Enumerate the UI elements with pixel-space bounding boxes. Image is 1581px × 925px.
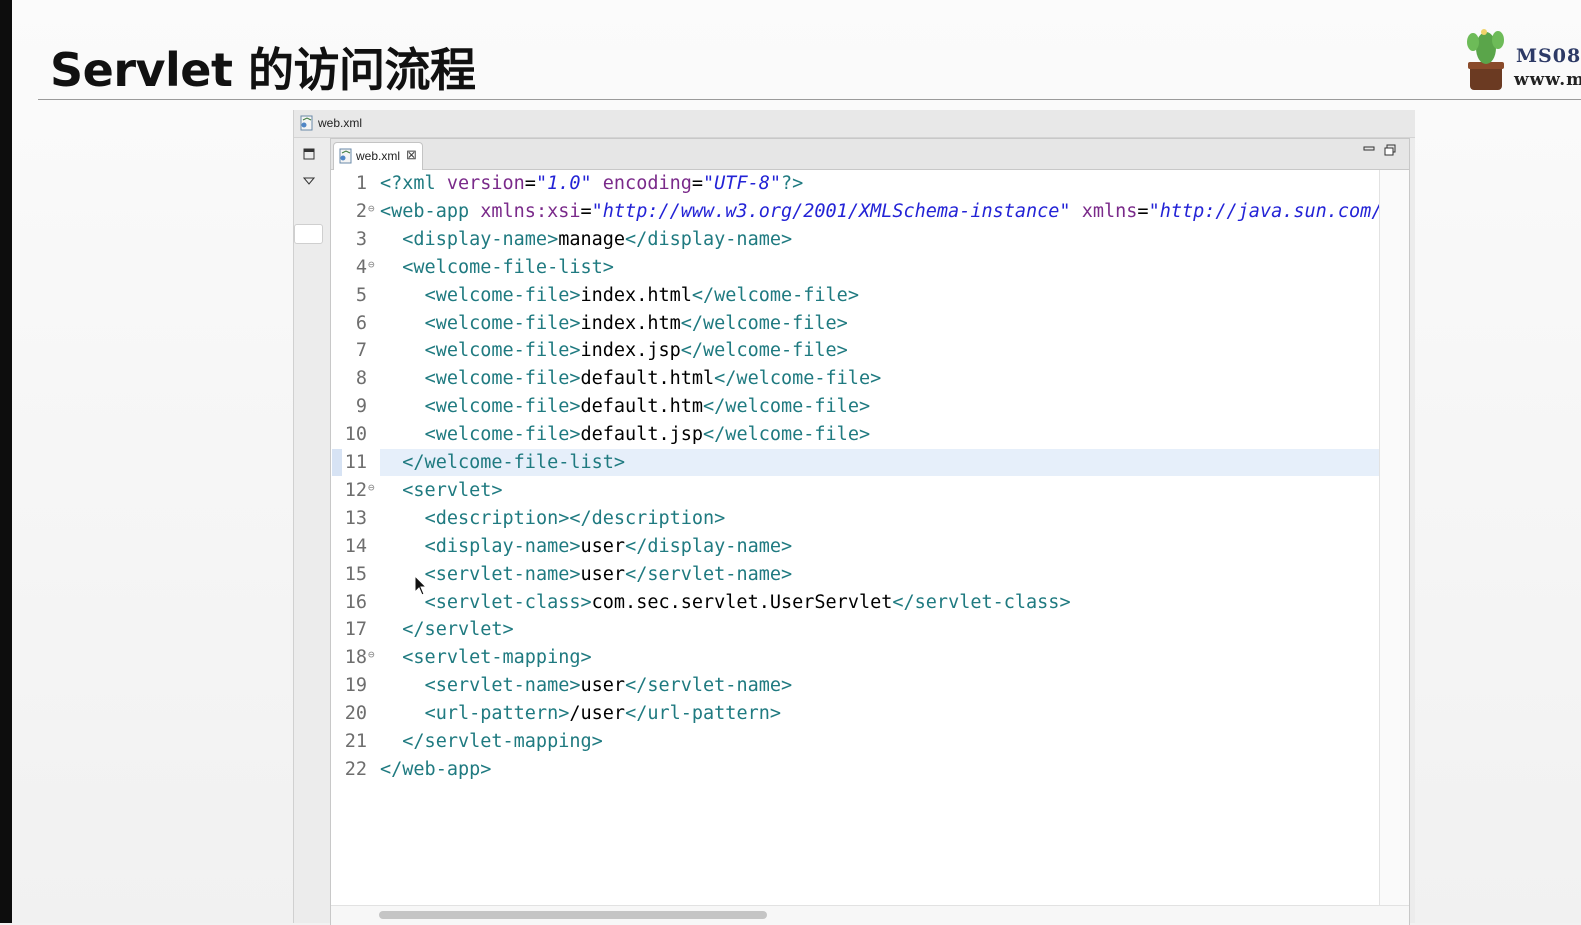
code-text: <welcome-file>index.html</welcome-file> [424,284,859,306]
code-text: <welcome-file>default.htm</welcome-file> [424,396,871,418]
vertical-scrollbar[interactable] [1379,170,1409,905]
fold-toggle-icon[interactable]: ⊖ [368,648,375,661]
line-number: 17 [344,619,367,641]
line-number: 11 [344,452,367,473]
editor-tab-bar: web.xml ⊠ [331,139,1409,170]
side-toolbar [294,138,328,923]
code-text: <servlet-mapping> [402,647,592,669]
cactus-logo-icon [1467,29,1504,90]
code-line[interactable]: 12 ⊖ <servlet> [331,477,1379,505]
code-text: <servlet-name>user</servlet-name> [424,675,793,697]
line-number: 22 [344,758,367,780]
view-menu-icon[interactable] [301,174,317,190]
line-number: 13 [344,507,367,529]
code-text: </welcome-file-list> [402,452,626,473]
code-text: <description></description> [424,507,726,529]
line-number: 7 [355,340,367,362]
minimize-icon[interactable] [1363,144,1375,154]
line-number: 18 [344,647,367,669]
tab-label: web.xml [356,149,401,163]
maximize-icon[interactable] [1384,144,1396,156]
line-number: 9 [355,396,367,418]
close-tab-icon[interactable]: ⊠ [406,147,417,163]
logo-text-brand: MS08 [1516,45,1581,67]
code-text: <servlet-name>user</servlet-name> [424,563,793,585]
code-text: </web-app> [380,758,492,780]
code-line[interactable]: 10 <welcome-file>default.jsp</welcome-fi… [331,421,1379,449]
line-number: 21 [344,731,367,752]
horizontal-scrollbar[interactable] [331,905,1409,925]
code-line[interactable]: 6 <welcome-file>index.htm</welcome-file> [331,310,1379,338]
code-line[interactable]: 5 <welcome-file>index.html</welcome-file… [331,282,1379,310]
code-text: </servlet> [402,619,514,641]
fold-toggle-icon[interactable]: ⊖ [368,258,375,271]
code-line[interactable]: 2 ⊖ <web-app xmlns:xsi="http://www.w3.org/… [331,198,1379,226]
ide-title: web.xml [318,116,363,130]
code-text: </servlet-mapping> [402,731,603,752]
code-text: <servlet> [402,479,503,501]
code-line[interactable]: 17 </servlet> [331,616,1379,644]
fold-toggle-icon[interactable]: ⊖ [368,202,375,215]
tab-web-xml[interactable]: web.xml ⊠ [333,142,423,170]
code-line[interactable]: 18 ⊖ <servlet-mapping> [331,644,1379,672]
line-number: 8 [355,368,367,390]
code-text: <welcome-file>index.htm</welcome-file> [424,312,848,334]
title-divider [38,99,1581,100]
restore-view-icon[interactable] [301,148,317,164]
code-line[interactable]: 13 <description></description> [331,505,1379,533]
code-line[interactable]: 21 </servlet-mapping> [331,728,1379,756]
code-text: <url-pattern>/user</url-pattern> [424,703,781,725]
code-text: <servlet-class>com.sec.servlet.UserServl… [424,591,1071,613]
line-number: 19 [344,675,367,697]
code-line[interactable]: 11 </welcome-file-list> [331,449,1379,477]
code-text: <web-app xmlns:xsi="http://www.w3.org/20… [380,200,1379,222]
slide-title: Servlet 的访问流程 [50,43,476,97]
line-number: 5 [355,284,367,306]
code-text: <welcome-file>default.html</welcome-file… [424,368,882,390]
line-number: 4 [355,256,367,278]
code-line[interactable]: 3 <display-name>manage</display-name> [331,226,1379,254]
code-line[interactable]: 20 <url-pattern>/user</url-pattern> [331,700,1379,728]
code-line[interactable]: 4 ⊖ <welcome-file-list> [331,254,1379,282]
xml-file-icon [339,148,352,164]
code-text: <display-name>user</display-name> [424,535,793,557]
line-number: 14 [344,535,367,557]
xml-file-icon [300,115,313,131]
code-line[interactable]: 14 <display-name>user</display-name> [331,533,1379,561]
code-line[interactable]: 7 <welcome-file>index.jsp</welcome-file> [331,337,1379,365]
line-number: 15 [344,563,367,585]
fold-toggle-icon[interactable]: ⊖ [368,481,375,494]
code-line[interactable]: 22 </web-app> [331,756,1379,784]
ide-window: web.xml web.xml ⊠ 1 <?xml version="1.0" … [293,110,1415,925]
code-text: <?xml version="1.0" encoding="UTF-8"?> [380,173,804,194]
code-editor: web.xml ⊠ 1 <?xml version="1.0" encoding=… [330,138,1410,925]
code-area[interactable]: 1 <?xml version="1.0" encoding="UTF-8"?> 2… [331,170,1379,905]
code-line[interactable]: 8 <welcome-file>default.html</welcome-fi… [331,365,1379,393]
code-line[interactable]: 9 <welcome-file>default.htm</welcome-fil… [331,393,1379,421]
line-number: 2 [355,200,367,222]
line-number: 16 [344,591,367,613]
line-number: 3 [355,228,367,250]
line-number: 20 [344,703,367,725]
code-text: <welcome-file>default.jsp</welcome-file> [424,424,871,446]
code-text: <display-name>manage</display-name> [402,228,793,250]
line-number: 10 [344,424,367,446]
code-line[interactable]: 1 <?xml version="1.0" encoding="UTF-8"?> [331,170,1379,198]
code-line[interactable]: 16 <servlet-class>com.sec.servlet.UserSe… [331,589,1379,617]
left-edge-bar [0,0,12,923]
code-text: <welcome-file-list> [402,256,614,278]
ide-title-bar: web.xml [294,110,1415,138]
line-number: 12 [344,479,367,501]
code-line[interactable]: 15 <servlet-name>user</servlet-name> [331,561,1379,589]
logo-text-url: www.m [1514,70,1581,90]
code-line[interactable]: 19 <servlet-name>user</servlet-name> [331,672,1379,700]
line-number: 1 [355,173,367,194]
line-number: 6 [355,312,367,334]
code-text: <welcome-file>index.jsp</welcome-file> [424,340,848,362]
side-input-field[interactable] [294,224,323,244]
mouse-pointer-icon [414,575,428,596]
horizontal-scroll-thumb[interactable] [379,911,767,919]
